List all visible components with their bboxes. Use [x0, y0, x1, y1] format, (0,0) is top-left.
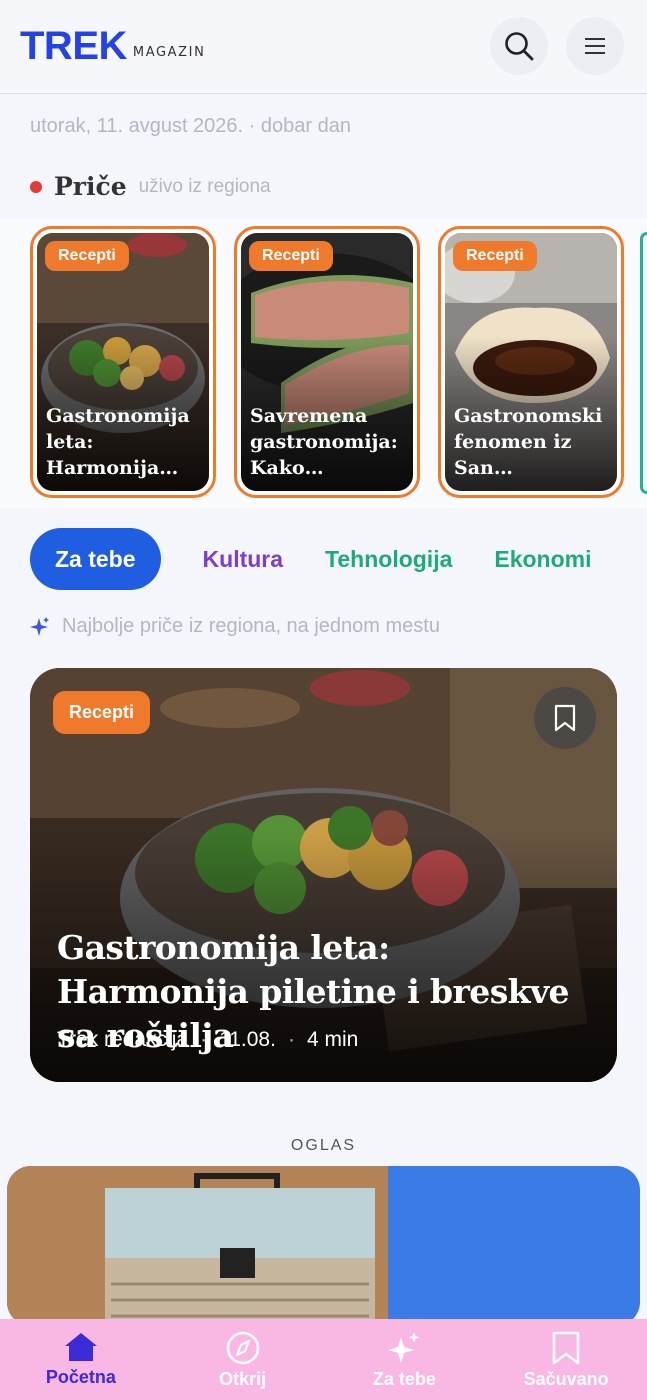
meta-separator: ·	[200, 1028, 208, 1051]
app-header: TREK MAGAZIN	[0, 0, 647, 94]
category-badge: Recepti	[53, 691, 151, 734]
article-author: Trek redakcija	[57, 1028, 189, 1051]
story-title: Savremena gastronomija: Kako…	[250, 405, 398, 479]
story-card[interactable]: Recepti Gastronomski fenomen iz San…	[438, 226, 624, 498]
nav-item-za-tebe[interactable]: Za tebe	[324, 1319, 486, 1400]
tagline-text: Najbolje priče iz regiona, na jednom mes…	[62, 615, 440, 637]
category-badge: Recepti	[45, 241, 129, 271]
story-card-partial[interactable]	[640, 232, 647, 494]
sparkle-icon	[30, 616, 49, 636]
category-tabs: Za tebe Kultura Tehnologija Ekonomi	[30, 528, 634, 590]
nav-label: Za tebe	[372, 1369, 436, 1389]
tab-kultura[interactable]: Kultura	[203, 546, 284, 573]
tab-ekonomija[interactable]: Ekonomi	[494, 546, 591, 573]
nav-item-sacuvano[interactable]: Sačuvano	[485, 1319, 647, 1400]
nav-label: Početna	[45, 1367, 116, 1387]
bookmark-button[interactable]	[534, 687, 596, 749]
hamburger-icon	[585, 38, 605, 54]
article-read-time: 4 min	[306, 1028, 359, 1051]
home-icon	[64, 1333, 97, 1361]
stories-title: Priče	[54, 172, 127, 201]
featured-article-card[interactable]: Recepti Gastronomija leta: Harmonija pil…	[30, 668, 617, 1082]
stories-header: Priče uživo iz regiona	[30, 172, 271, 201]
article-meta: Trek redakcija · 11.08. · 4 min	[57, 1028, 358, 1052]
bookmark-icon	[554, 704, 576, 732]
stories-carousel[interactable]: Recepti Gastronomija leta: Harmonija… Re…	[0, 218, 647, 508]
nav-label: Sačuvano	[523, 1369, 609, 1389]
search-button[interactable]	[490, 17, 548, 75]
logo[interactable]: TREK MAGAZIN	[20, 26, 205, 66]
ad-banner[interactable]	[7, 1166, 640, 1326]
bottom-navigation: Početna Otkrij Za tebe Sačuvano	[0, 1319, 647, 1400]
tab-za-tebe[interactable]: Za tebe	[30, 528, 161, 590]
bookmark-icon	[552, 1331, 580, 1365]
search-icon	[505, 32, 534, 61]
ad-label: OGLAS	[290, 1137, 357, 1154]
story-image: Recepti Gastronomski fenomen iz San…	[445, 233, 617, 491]
story-title: Gastronomski fenomen iz San…	[454, 405, 603, 479]
logo-subtitle: MAGAZIN	[132, 45, 206, 60]
story-card[interactable]: Recepti Gastronomija leta: Harmonija…	[30, 226, 216, 498]
tab-tehnologija[interactable]: Tehnologija	[325, 546, 452, 573]
tagline: Najbolje priče iz regiona, na jednom mes…	[30, 615, 440, 638]
dateline: utorak, 11. avgust 2026. · dobar dan	[30, 115, 351, 137]
nav-item-pocetna[interactable]: Početna	[0, 1319, 162, 1400]
story-image: Recepti Savremena gastronomija: Kako…	[241, 233, 413, 491]
meta-separator: ·	[287, 1028, 295, 1051]
story-image: Recepti Gastronomija leta: Harmonija…	[37, 233, 209, 491]
category-badge: Recepti	[453, 241, 537, 271]
sparkle-icon	[388, 1332, 420, 1363]
live-dot-icon	[30, 180, 42, 193]
nav-item-otkrij[interactable]: Otkrij	[162, 1319, 324, 1400]
article-date: 11.08.	[219, 1028, 276, 1051]
story-card[interactable]: Recepti Savremena gastronomija: Kako…	[234, 226, 420, 498]
menu-button[interactable]	[566, 17, 624, 75]
stories-subtitle: uživo iz regiona	[138, 175, 271, 197]
ad-image	[7, 1166, 388, 1326]
story-title: Gastronomija leta: Harmonija…	[46, 405, 190, 479]
compass-icon	[226, 1331, 259, 1365]
category-badge: Recepti	[249, 241, 333, 271]
logo-wordmark: TREK	[20, 24, 127, 68]
nav-label: Otkrij	[219, 1369, 267, 1389]
